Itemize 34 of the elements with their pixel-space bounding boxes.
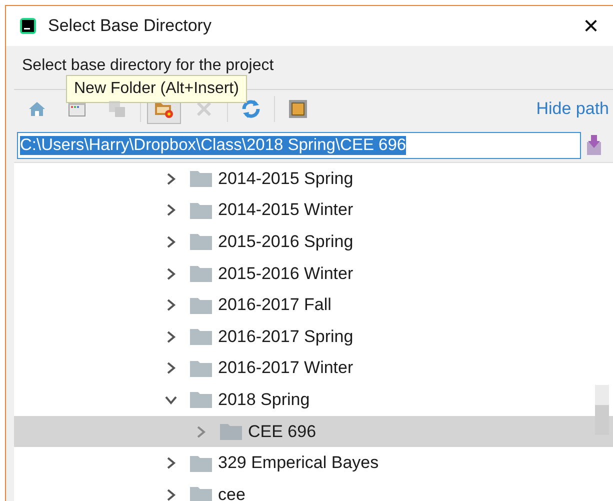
scrollbar-thumb[interactable] — [595, 405, 609, 435]
folder-icon — [190, 265, 212, 282]
tooltip: New Folder (Alt+Insert) — [66, 75, 247, 103]
tree-row[interactable]: 2015-2016 Spring — [14, 226, 613, 258]
tree-row[interactable]: 2016-2017 Winter — [14, 352, 613, 384]
folder-icon — [190, 202, 212, 219]
hide-path-link[interactable]: Hide path — [536, 99, 609, 119]
chip-icon — [287, 98, 309, 120]
close-button[interactable]: ✕ — [575, 10, 607, 42]
home-icon — [27, 99, 47, 119]
folder-icon — [190, 391, 212, 408]
folder-icon — [190, 328, 212, 346]
folder-icon — [190, 360, 212, 377]
tree-row[interactable]: 2016-2017 Spring — [14, 320, 613, 353]
tree-row[interactable]: CEE 696 — [14, 416, 613, 448]
tree-row[interactable]: 329 Emperical Bayes — [14, 447, 613, 479]
tree-row[interactable]: 2016-2017 Fall — [14, 289, 613, 321]
folder-icon — [190, 170, 212, 188]
tree-row[interactable]: 2014-2015 Winter — [14, 194, 613, 226]
folder-icon — [190, 296, 212, 314]
tree-row[interactable]: 2018 Spring — [14, 384, 613, 416]
folder-icon — [190, 486, 212, 501]
refresh-icon — [240, 98, 262, 120]
tree-row[interactable]: 2015-2016 Winter — [14, 258, 613, 290]
instruction-text: Select base directory for the project — [21, 56, 275, 76]
app-icon — [19, 17, 37, 35]
folder-icon — [220, 423, 242, 440]
folder-icon — [190, 233, 212, 250]
tree-row[interactable]: 2014-2015 Spring — [14, 163, 613, 195]
download-icon[interactable] — [586, 134, 602, 156]
window-title: Select Base Directory — [48, 16, 212, 36]
tree-row[interactable]: cee — [14, 478, 613, 501]
folder-icon — [190, 454, 212, 472]
path-field[interactable]: C:\Users\Harry\Dropbox\Class\2018 Spring\CEE 696 — [17, 132, 581, 158]
